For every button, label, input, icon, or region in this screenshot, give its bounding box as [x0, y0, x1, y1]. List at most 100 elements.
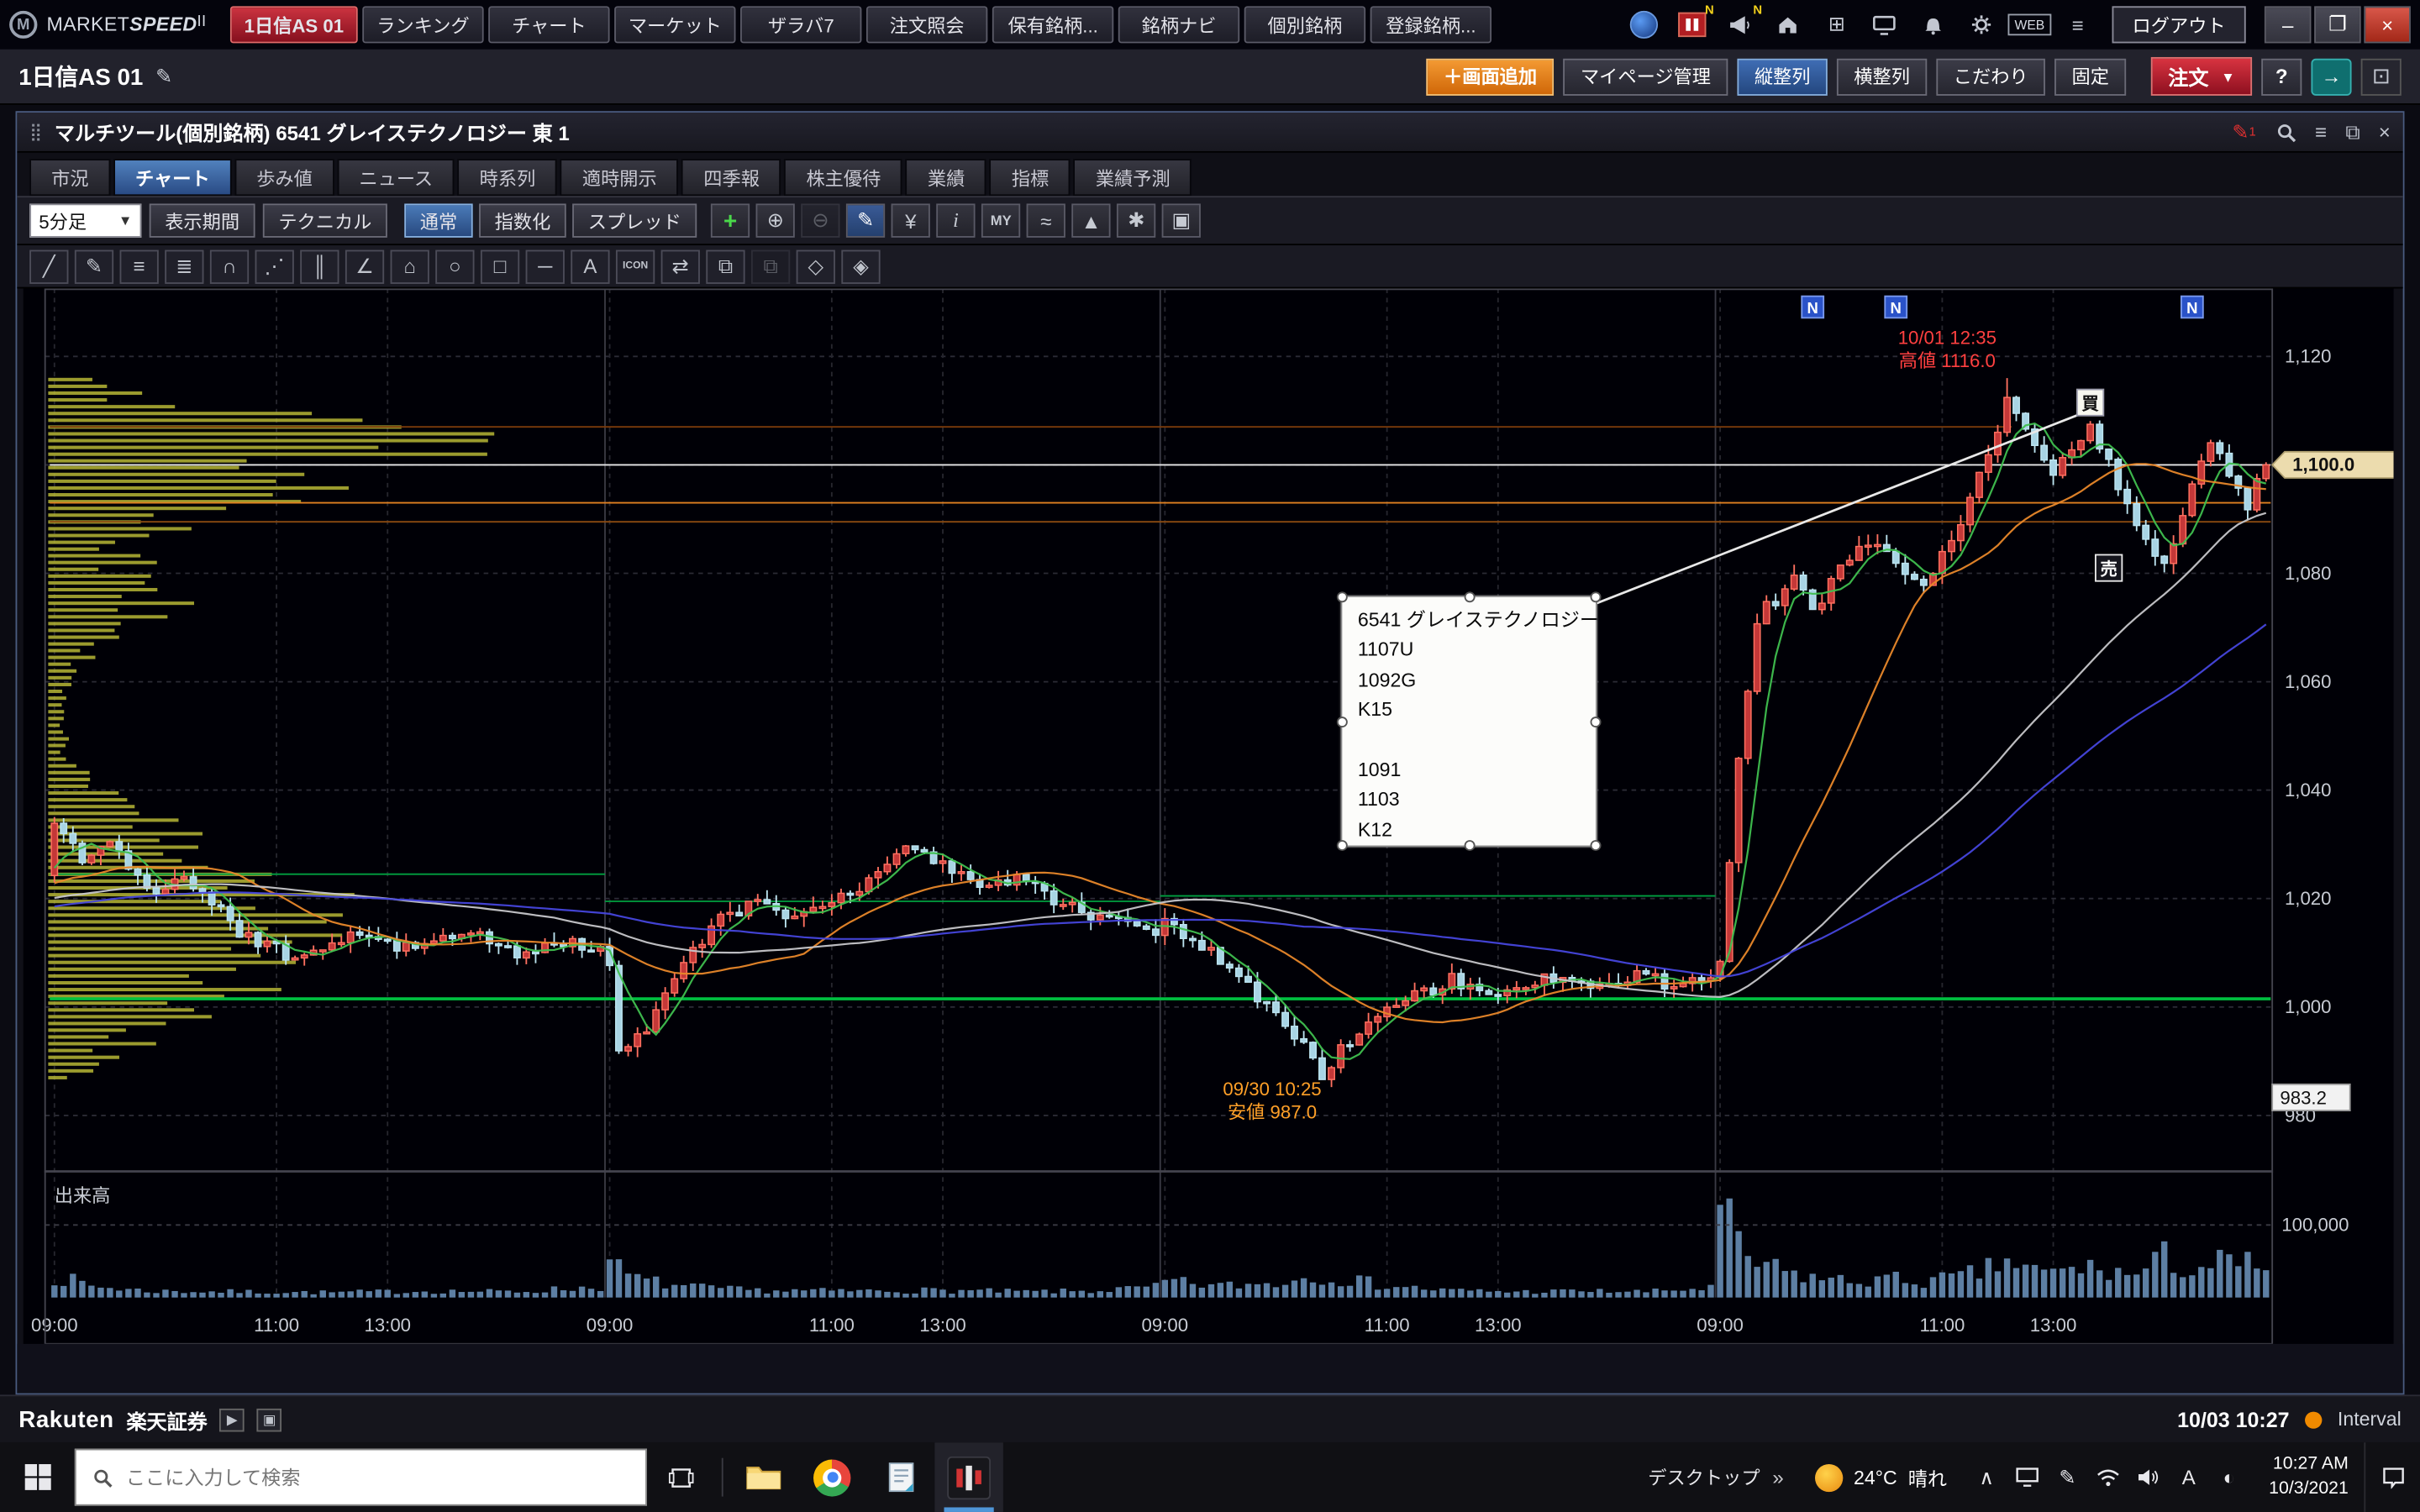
window-menu-icon[interactable]: ≡: [2315, 120, 2327, 144]
edit-title-icon[interactable]: ✎: [155, 64, 172, 88]
tool-settings-wrench-icon[interactable]: ✱: [1117, 203, 1155, 237]
logout-button[interactable]: ログアウト: [2112, 6, 2245, 43]
top-tab-8[interactable]: 個別銘柄: [1244, 6, 1365, 43]
ime-mode-icon[interactable]: ◐: [2217, 1466, 2241, 1489]
selection-handle[interactable]: [1591, 716, 1602, 727]
top-tab-5[interactable]: 注文照会: [866, 6, 987, 43]
my-chart-icon[interactable]: MY: [981, 203, 1020, 237]
display-period-button[interactable]: 表示期間: [150, 203, 255, 237]
content-tab-1[interactable]: チャート: [113, 159, 231, 196]
rectangle-tool-icon[interactable]: □: [481, 249, 519, 283]
selection-handle[interactable]: [1591, 591, 1602, 602]
selection-handle[interactable]: [1591, 840, 1602, 851]
tray-volume-icon[interactable]: [2137, 1467, 2160, 1488]
action-center-icon[interactable]: [2364, 1442, 2420, 1512]
crosshair-add-icon[interactable]: +: [711, 203, 750, 237]
megaphone-icon[interactable]: N: [1722, 8, 1759, 41]
content-tab-9[interactable]: 指標: [990, 159, 1071, 196]
angle-tool-icon[interactable]: ∠: [345, 249, 384, 283]
content-tab-2[interactable]: 歩み値: [234, 159, 334, 196]
price-chart[interactable]: 1,1201,1001,0801,0601,0401,0201,00098009…: [24, 288, 2394, 1343]
monitor-share-icon[interactable]: [1866, 8, 1903, 41]
restore-button[interactable]: ❐: [2314, 6, 2361, 43]
chrome-icon[interactable]: [798, 1442, 866, 1512]
vertical-lines-tool-icon[interactable]: ║: [300, 249, 339, 283]
arrange-button-3[interactable]: 固定: [2054, 58, 2126, 95]
eraser-tool-icon[interactable]: ◇: [797, 249, 835, 283]
top-tab-1[interactable]: ランキング: [362, 6, 483, 43]
top-tab-9[interactable]: 登録銘柄...: [1370, 6, 1491, 43]
search-symbol-icon[interactable]: [2275, 121, 2296, 143]
top-tab-7[interactable]: 銘柄ナビ: [1118, 6, 1239, 43]
main-menu-icon[interactable]: ≡: [2060, 8, 2096, 41]
content-tab-3[interactable]: ニュース: [338, 159, 455, 196]
print-icon[interactable]: ▣: [1162, 203, 1201, 237]
content-tab-7[interactable]: 株主優待: [785, 159, 903, 196]
market-globe-icon[interactable]: [1625, 8, 1662, 41]
horizontal-lines-tool-icon[interactable]: ≡: [120, 249, 159, 283]
help-button[interactable]: ?: [2261, 58, 2302, 95]
search-input[interactable]: [126, 1467, 592, 1488]
top-tab-4[interactable]: ザラバ7: [740, 6, 861, 43]
pentagon-tool-icon[interactable]: ⌂: [391, 249, 429, 283]
zoom-in-icon[interactable]: ⊕: [756, 203, 795, 237]
yen-scale-icon[interactable]: ¥: [892, 203, 930, 237]
desktop-toolbar[interactable]: デスクトップ »: [1633, 1442, 1800, 1512]
add-window-icon[interactable]: ⊞: [1818, 8, 1855, 41]
content-tab-5[interactable]: 適時開示: [560, 159, 679, 196]
settings-gear-icon[interactable]: [1963, 8, 2000, 41]
support-link-icon[interactable]: →: [2311, 58, 2351, 95]
close-button[interactable]: ×: [2364, 6, 2411, 43]
tray-chevron-up-icon[interactable]: ∧: [1975, 1465, 1998, 1489]
content-tab-4[interactable]: 時系列: [458, 159, 557, 196]
weather-widget[interactable]: 24°C 晴れ: [1799, 1442, 1962, 1512]
ticker-play-icon[interactable]: ▶: [220, 1408, 245, 1431]
chevron-expand-icon[interactable]: »: [1772, 1466, 1783, 1489]
interval-select[interactable]: 5分足▼: [29, 203, 141, 237]
selection-handle[interactable]: [1464, 840, 1475, 851]
trendline-tool-icon[interactable]: ╱: [29, 249, 68, 283]
news-chart-icon[interactable]: N: [1674, 8, 1711, 41]
technical-button[interactable]: テクニカル: [263, 203, 387, 237]
web-link-icon[interactable]: WEB: [2011, 8, 2048, 41]
top-tab-6[interactable]: 保有銘柄...: [992, 6, 1113, 43]
ellipse-tool-icon[interactable]: ○: [435, 249, 474, 283]
taskbar-clock[interactable]: 10:27 AM 10/3/2021: [2254, 1442, 2365, 1512]
draw-badge-icon[interactable]: ✎1: [2232, 119, 2255, 144]
price-lines-tool-icon[interactable]: ≣: [165, 249, 203, 283]
tray-monitor-icon[interactable]: [2015, 1467, 2039, 1488]
content-tab-10[interactable]: 業績予測: [1074, 159, 1192, 196]
selection-handle[interactable]: [1337, 591, 1348, 602]
notes-app-icon[interactable]: [866, 1442, 934, 1512]
info-icon[interactable]: i: [936, 203, 975, 237]
minimize-button[interactable]: –: [2265, 6, 2312, 43]
draw-pencil-icon[interactable]: ✎: [846, 203, 885, 237]
channel-tool-icon[interactable]: ⋰: [255, 249, 294, 283]
content-tab-8[interactable]: 業績: [906, 159, 986, 196]
window-title-bar[interactable]: ⣿ マルチツール(個別銘柄) 6541 グレイステクノロジー 東 1 ✎1 ≡ …: [17, 113, 2402, 153]
marketspeed-taskbar-icon[interactable]: [934, 1442, 1002, 1512]
selection-handle[interactable]: [1337, 840, 1348, 851]
ticker-panel-icon[interactable]: ▣: [257, 1408, 282, 1431]
clear-all-tool-icon[interactable]: ◈: [841, 249, 880, 283]
start-button[interactable]: [0, 1442, 75, 1512]
content-tab-0[interactable]: 市況: [29, 159, 110, 196]
mode-button-1[interactable]: 指数化: [479, 203, 566, 237]
icon-stamp-tool-icon[interactable]: ICON: [616, 249, 655, 283]
zoom-out-icon[interactable]: ⊖: [801, 203, 839, 237]
arc-tool-icon[interactable]: ∩: [210, 249, 249, 283]
mode-button-0[interactable]: 通常: [404, 203, 472, 237]
duplicate-window-icon[interactable]: ⧉: [2345, 119, 2360, 144]
mode-button-2[interactable]: スプレッド: [572, 203, 697, 237]
file-explorer-icon[interactable]: [729, 1442, 797, 1512]
selection-handle[interactable]: [1337, 716, 1348, 727]
order-button[interactable]: 注文▼: [2151, 57, 2252, 96]
ime-language-icon[interactable]: A: [2177, 1466, 2201, 1489]
task-view-button[interactable]: [647, 1442, 715, 1512]
selection-handle[interactable]: [1464, 591, 1475, 602]
mountain-chart-icon[interactable]: ▲: [1071, 203, 1110, 237]
copy-tool-icon[interactable]: ⧉: [706, 249, 744, 283]
content-tab-6[interactable]: 四季報: [681, 159, 781, 196]
close-window-icon[interactable]: ×: [2379, 120, 2391, 144]
top-tab-2[interactable]: チャート: [488, 6, 609, 43]
